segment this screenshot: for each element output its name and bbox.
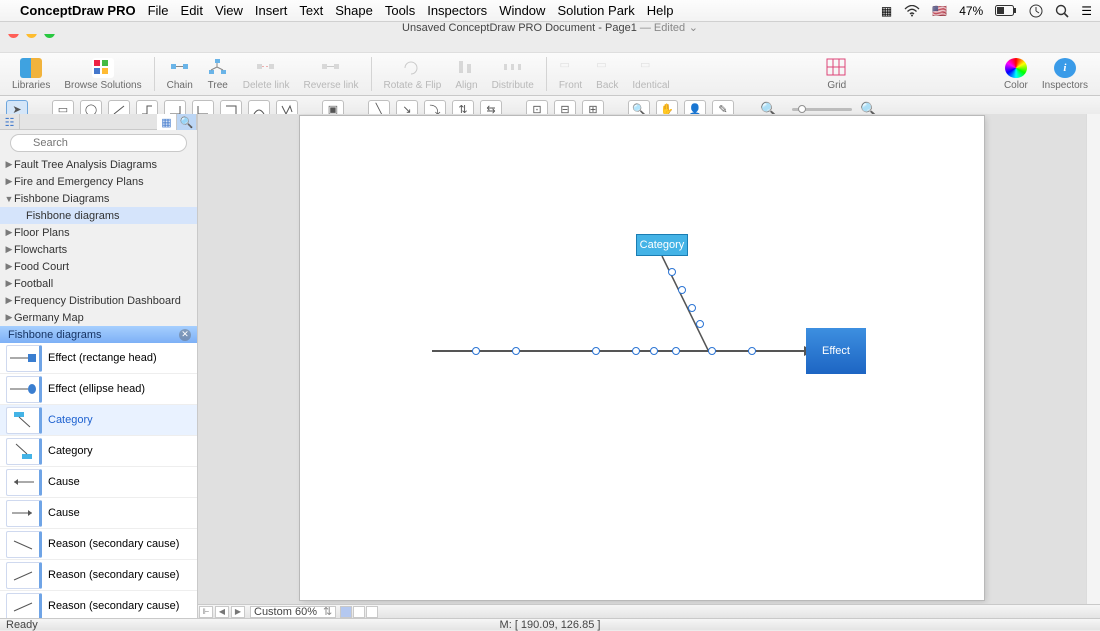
page-nav-prev[interactable]: ◀ bbox=[215, 606, 229, 618]
search-input[interactable] bbox=[10, 134, 187, 152]
status-bar: Ready M: [ 190.09, 126.85 ] bbox=[0, 618, 1100, 630]
close-library-btn[interactable]: ✕ bbox=[179, 329, 191, 341]
tb-chain[interactable]: Chain bbox=[161, 58, 199, 91]
library-title: Fishbone diagrams bbox=[8, 329, 102, 341]
tb-front: ▭Front bbox=[553, 58, 588, 91]
library-tree: ▶Fault Tree Analysis Diagrams ▶Fire and … bbox=[0, 156, 197, 326]
tree-item[interactable]: ▶Frequency Distribution Dashboard bbox=[0, 292, 197, 309]
menu-file[interactable]: File bbox=[148, 3, 169, 18]
library-header[interactable]: Fishbone diagrams ✕ bbox=[0, 326, 197, 343]
tree-item[interactable]: ▶Football bbox=[0, 275, 197, 292]
tb-browse-solutions[interactable]: Browse Solutions bbox=[58, 58, 147, 91]
handle[interactable] bbox=[512, 347, 520, 355]
menu-shape[interactable]: Shape bbox=[335, 3, 373, 18]
menu-inspectors[interactable]: Inspectors bbox=[427, 3, 487, 18]
tb-reverse-link: Reverse link bbox=[297, 58, 364, 91]
menu-help[interactable]: Help bbox=[647, 3, 674, 18]
lib-item[interactable]: Effect (ellipse head) bbox=[0, 374, 197, 405]
tb-libraries[interactable]: Libraries bbox=[6, 58, 56, 91]
lib-item[interactable]: Cause bbox=[0, 467, 197, 498]
menu-window[interactable]: Window bbox=[499, 3, 545, 18]
tb-tree[interactable]: Tree bbox=[201, 58, 235, 91]
handle[interactable] bbox=[650, 347, 658, 355]
category-node[interactable]: Category bbox=[636, 234, 688, 256]
handle[interactable] bbox=[678, 286, 686, 294]
lib-item[interactable]: Reason (secondary cause) bbox=[0, 560, 197, 591]
tree-item[interactable]: ▼Fishbone Diagrams bbox=[0, 190, 197, 207]
sidebar: ☷ ▦ 🔍 ▶Fault Tree Analysis Diagrams ▶Fir… bbox=[0, 114, 198, 618]
handle[interactable] bbox=[748, 347, 756, 355]
lib-item[interactable]: Reason (secondary cause) bbox=[0, 529, 197, 560]
handle[interactable] bbox=[668, 268, 676, 276]
window-controls bbox=[0, 22, 1100, 42]
tb-rotate-flip: Rotate & Flip bbox=[378, 58, 448, 91]
sb-grid-view-btn[interactable]: ▦ bbox=[157, 114, 177, 130]
canvas-page[interactable]: Category Effect bbox=[300, 116, 984, 600]
page-nav-next[interactable]: ▶ bbox=[231, 606, 245, 618]
tree-item[interactable]: ▶Germany Map bbox=[0, 309, 197, 326]
page-tab-add2[interactable] bbox=[366, 606, 378, 618]
lib-item[interactable]: Category bbox=[0, 436, 197, 467]
close-window-button[interactable] bbox=[8, 27, 19, 38]
notifications-icon[interactable]: ☰ bbox=[1081, 4, 1092, 18]
menu-insert[interactable]: Insert bbox=[255, 3, 288, 18]
menu-tools[interactable]: Tools bbox=[385, 3, 415, 18]
battery-icon[interactable] bbox=[995, 5, 1017, 16]
minimize-window-button[interactable] bbox=[26, 27, 37, 38]
library-list: Effect (rectange head) Effect (ellipse h… bbox=[0, 343, 197, 618]
menu-solution-park[interactable]: Solution Park bbox=[557, 3, 634, 18]
handle[interactable] bbox=[696, 320, 704, 328]
page-tab-add[interactable] bbox=[353, 606, 365, 618]
tb-delete-link: Delete link bbox=[237, 58, 296, 91]
tb-inspectors[interactable]: iInspectors bbox=[1036, 58, 1094, 91]
sb-search-btn[interactable]: 🔍 bbox=[177, 114, 197, 130]
tree-item[interactable]: ▶Fault Tree Analysis Diagrams bbox=[0, 156, 197, 173]
zoom-slider-thumb[interactable] bbox=[798, 105, 806, 113]
canvas-area[interactable]: Category Effect bbox=[198, 114, 1100, 618]
vertical-scrollbar[interactable] bbox=[1086, 114, 1100, 604]
sb-filter-input[interactable] bbox=[20, 114, 157, 129]
flag-icon[interactable]: 🇺🇸 bbox=[932, 4, 947, 18]
grid-menu-icon[interactable]: ▦ bbox=[881, 4, 892, 18]
sb-tree-view-btn[interactable]: ☷ bbox=[0, 114, 20, 130]
tb-back: ▭Back bbox=[590, 58, 624, 91]
tb-identical: ▭Identical bbox=[626, 58, 675, 91]
page-tab-1[interactable] bbox=[340, 606, 352, 618]
battery-pct: 47% bbox=[959, 4, 983, 18]
main-toolbar: Libraries Browse Solutions Chain Tree De… bbox=[0, 52, 1100, 96]
menu-text[interactable]: Text bbox=[299, 3, 323, 18]
lib-item-selected[interactable]: Category bbox=[0, 405, 197, 436]
tree-item-active[interactable]: Fishbone diagrams bbox=[0, 207, 197, 224]
tree-item[interactable]: ▶Flowcharts bbox=[0, 241, 197, 258]
menu-view[interactable]: View bbox=[215, 3, 243, 18]
zoom-window-button[interactable] bbox=[44, 27, 55, 38]
lib-item[interactable]: Reason (secondary cause) bbox=[0, 591, 197, 618]
effect-node[interactable]: Effect bbox=[806, 328, 866, 374]
bottom-bar: ⊩ ◀ ▶ Custom 60%⇅ bbox=[198, 604, 1100, 618]
lib-item[interactable]: Cause bbox=[0, 498, 197, 529]
page-nav-first[interactable]: ⊩ bbox=[199, 606, 213, 618]
tb-grid[interactable]: Grid bbox=[820, 58, 854, 91]
status-coord: M: [ 190.09, 126.85 ] bbox=[500, 619, 601, 631]
macos-menubar: ConceptDraw PRO File Edit View Insert Te… bbox=[0, 0, 1100, 22]
zoom-select[interactable]: Custom 60%⇅ bbox=[250, 606, 336, 618]
clock-icon[interactable] bbox=[1029, 4, 1043, 18]
handle[interactable] bbox=[472, 347, 480, 355]
spotlight-icon[interactable] bbox=[1055, 4, 1069, 18]
tree-item[interactable]: ▶Food Court bbox=[0, 258, 197, 275]
wifi-icon[interactable] bbox=[904, 5, 920, 17]
tb-align: Align bbox=[449, 58, 483, 91]
menu-edit[interactable]: Edit bbox=[181, 3, 203, 18]
tb-color[interactable]: Color bbox=[998, 58, 1034, 91]
status-ready: Ready bbox=[6, 619, 38, 631]
handle[interactable] bbox=[592, 347, 600, 355]
lib-item[interactable]: Effect (rectange head) bbox=[0, 343, 197, 374]
tb-distribute: Distribute bbox=[486, 58, 540, 91]
tree-item[interactable]: ▶Floor Plans bbox=[0, 224, 197, 241]
handle[interactable] bbox=[688, 304, 696, 312]
tree-item[interactable]: ▶Fire and Emergency Plans bbox=[0, 173, 197, 190]
handle[interactable] bbox=[632, 347, 640, 355]
app-name[interactable]: ConceptDraw PRO bbox=[20, 3, 136, 18]
